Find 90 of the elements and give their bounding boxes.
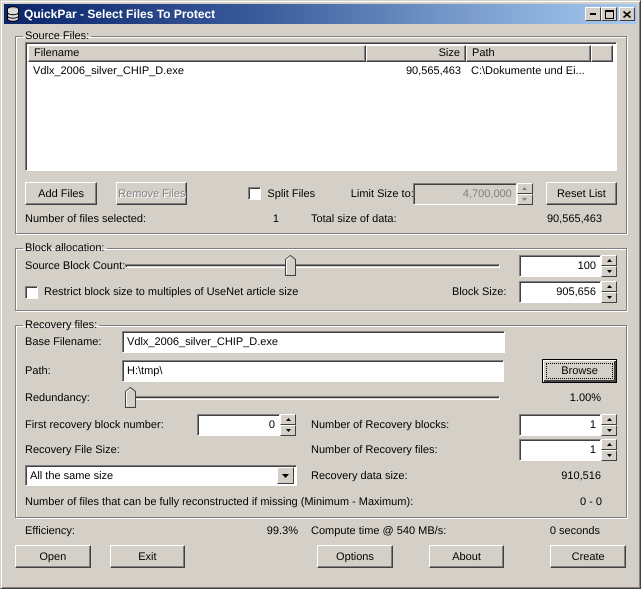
app-icon (6, 6, 20, 22)
close-icon (623, 10, 631, 18)
down-arrow-icon (606, 429, 612, 432)
group-title: Block allocation: (24, 242, 106, 254)
up-arrow-icon (286, 418, 290, 421)
field-label: Path: (25, 365, 52, 377)
maximize-button[interactable] (601, 7, 617, 21)
number-field[interactable]: 905,656 (519, 281, 601, 303)
spin-up-button[interactable] (601, 255, 617, 266)
field-label: Number of files that can be fully reconstructed if missing (Minimum - Maximum): (25, 496, 414, 508)
down-arrow-icon (606, 296, 612, 299)
checkbox-label: Split Files (267, 188, 316, 200)
field-value: 910,516 (561, 470, 601, 482)
number-field[interactable]: 1 (519, 414, 601, 436)
field-label: First recovery block number: (25, 419, 165, 431)
window-title: QuickPar - Select Files To Protect (24, 7, 216, 21)
down-arrow-icon (286, 429, 290, 432)
slider[interactable] (125, 386, 500, 410)
down-arrow-icon (606, 270, 612, 273)
number-field[interactable]: 0 (197, 414, 280, 436)
field-label: Efficiency: (25, 525, 75, 537)
column-header (591, 45, 613, 62)
field-label: Total size of data: (311, 213, 397, 225)
field-label: Recovery File Size: (25, 444, 121, 456)
close-button[interactable] (619, 7, 635, 21)
checkbox[interactable] (25, 286, 38, 298)
add-files-button[interactable]: Add Files (25, 182, 98, 205)
table-cell-text: 90,565,463 (404, 65, 462, 77)
spin-down-button[interactable] (601, 450, 617, 461)
column-header[interactable]: Filename (28, 45, 366, 62)
list-row[interactable]: Vdlx_2006_silver_CHIP_D.exe 90,565,463 C:\Dokumente und Ei... (28, 62, 614, 80)
field-label: Source Block Count: (25, 260, 125, 272)
field-label: Base Filename: (25, 336, 102, 348)
dropdown-arrow-icon (282, 474, 289, 478)
options-button[interactable]: Options (317, 545, 393, 568)
column-header[interactable]: Size (366, 45, 466, 62)
down-arrow-icon (522, 198, 528, 200)
field-label: Number of Recovery files: (311, 444, 439, 456)
field-label: Limit Size to: (350, 188, 413, 200)
field-value: 99.3% (266, 525, 298, 537)
group-title: Recovery files: (24, 319, 98, 331)
checkbox[interactable] (248, 187, 262, 200)
up-arrow-icon (606, 443, 612, 446)
slider[interactable] (125, 254, 500, 278)
create-button[interactable]: Create (550, 545, 626, 568)
maximize-icon (604, 10, 614, 18)
reading-label: 1.00% (568, 392, 601, 404)
up-arrow-icon (606, 259, 612, 262)
minimize-icon (590, 13, 596, 15)
up-arrow-icon (522, 186, 528, 190)
dropdown[interactable]: All the same size (25, 465, 297, 486)
field-label: Compute time @ 540 MB/s: (311, 525, 446, 537)
down-arrow-icon (606, 454, 612, 457)
open-button[interactable]: Open (15, 545, 91, 568)
field-label: Number of Recovery blocks: (311, 419, 450, 431)
slider-thumb[interactable] (125, 387, 136, 408)
text-field[interactable]: Vdlx_2006_silver_CHIP_D.exe (122, 331, 505, 353)
spin-down-button[interactable] (601, 425, 617, 436)
up-arrow-icon (606, 418, 612, 421)
column-header[interactable]: Path (466, 45, 591, 62)
spin-up-button[interactable] (601, 281, 617, 292)
field-label: Number of files selected: (25, 213, 146, 225)
table-cell-text: C:\Dokumente und Ei... (470, 65, 586, 77)
minimize-button[interactable] (585, 7, 601, 21)
reset-list-button[interactable]: Reset List (546, 182, 618, 205)
spin-up-button[interactable] (280, 414, 296, 425)
number-field[interactable]: 1 (519, 439, 601, 461)
about-button[interactable]: About (428, 545, 504, 568)
number-field[interactable]: 100 (519, 255, 601, 277)
slider-thumb[interactable] (285, 255, 296, 276)
up-arrow-icon (606, 285, 612, 288)
browse-button[interactable]: Browse (542, 359, 617, 383)
field-label: Redundancy: (25, 392, 91, 404)
spin-up-button[interactable] (601, 414, 617, 425)
group-title: Source Files: (24, 30, 90, 42)
text-field[interactable]: H:\tmp\ (122, 360, 504, 382)
field-value: 1 (272, 213, 279, 225)
table-cell-text: Vdlx_2006_silver_CHIP_D.exe (32, 65, 186, 77)
checkbox-label: Restrict block size to multiples of UseNet article size (44, 286, 298, 298)
field-value: 90,565,463 (546, 213, 602, 225)
exit-button[interactable]: Exit (110, 545, 186, 568)
spin-up-button[interactable] (601, 439, 617, 450)
field-value: 0 seconds (550, 525, 600, 537)
spin-up-button[interactable] (516, 182, 533, 194)
field-label: Block Size: (452, 286, 508, 298)
spin-down-button[interactable] (601, 266, 617, 277)
field-label: Recovery data size: (311, 470, 408, 482)
field-value: 0 - 0 (580, 496, 602, 508)
spin-down-button[interactable] (601, 292, 617, 303)
spin-down-button[interactable] (280, 425, 296, 436)
